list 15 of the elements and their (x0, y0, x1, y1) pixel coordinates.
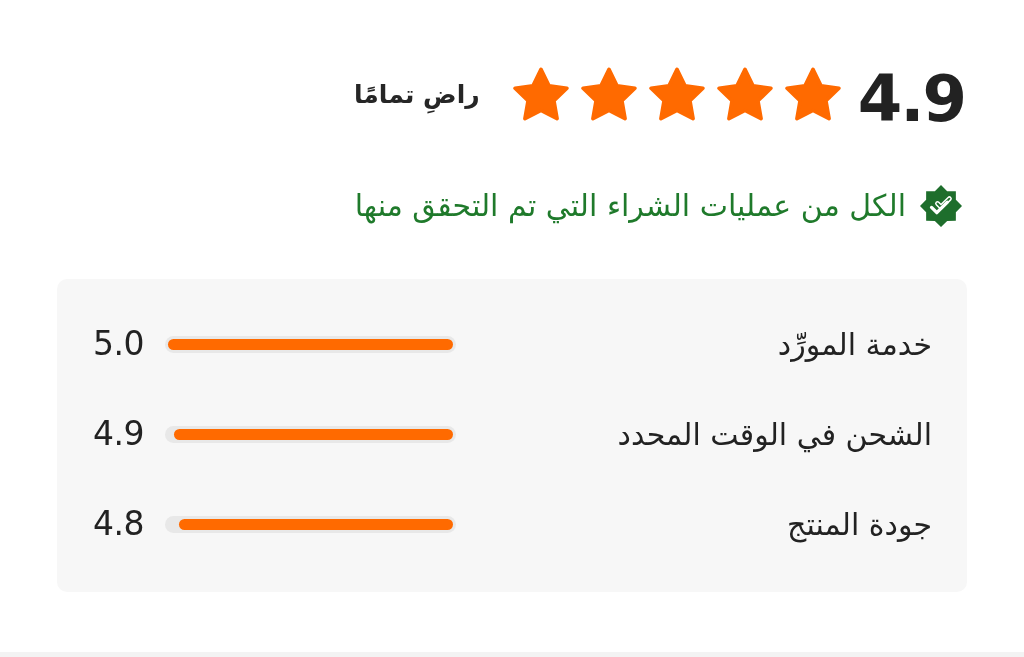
criterion-label: خدمة المورِّد (777, 325, 932, 364)
star-icon (512, 67, 569, 121)
criterion-score: 4.9 (93, 414, 145, 454)
criterion-label: جودة المنتج (787, 505, 932, 545)
star-icon (784, 67, 841, 121)
star-icon (580, 67, 637, 121)
criterion-score: 4.8 (93, 504, 145, 544)
verified-note: الكل من عمليات الشراء التي تم التحقق منها (354, 187, 906, 226)
criterion-score: 5.0 (93, 324, 145, 364)
rating-score: 4.9 (857, 67, 965, 131)
verified-badge-icon (920, 184, 962, 227)
criterion-label: الشحن في الوقت المحدد (617, 415, 932, 455)
star-icon (716, 67, 773, 121)
rating-verdict: راضِ تمامًا (353, 71, 480, 117)
star-icon (648, 67, 705, 121)
